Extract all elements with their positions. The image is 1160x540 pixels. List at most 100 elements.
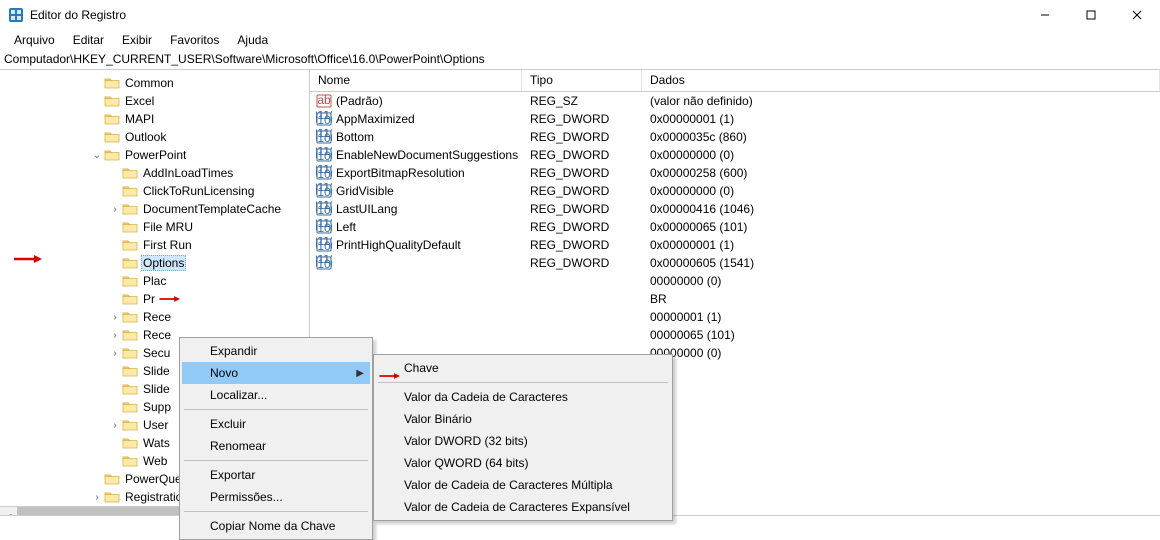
menu-item-label: Copiar Nome da Chave (210, 519, 335, 533)
tree-node[interactable]: First Run (0, 236, 309, 254)
folder-icon (104, 130, 120, 144)
menu-item[interactable]: Renomear (182, 435, 370, 457)
menu-arquivo[interactable]: Arquivo (6, 31, 63, 49)
expander-icon[interactable]: › (108, 312, 122, 323)
menu-item[interactable]: Novo▶ (182, 362, 370, 384)
tree-node[interactable]: MAPI (0, 110, 309, 128)
menu-item[interactable]: Valor Binário (376, 408, 670, 430)
tree-node[interactable]: ›DocumentTemplateCache (0, 200, 309, 218)
expander-icon[interactable]: › (108, 420, 122, 431)
expander-icon[interactable]: › (108, 330, 122, 341)
menu-item[interactable]: Valor QWORD (64 bits) (376, 452, 670, 474)
window-title: Editor do Registro (30, 8, 126, 22)
value-row[interactable]: AppMaximizedREG_DWORD0x00000001 (1) (310, 110, 1160, 128)
regedit-icon (8, 7, 24, 23)
menu-item[interactable]: Copiar Nome da Chave (182, 515, 370, 537)
menu-separator (184, 511, 368, 512)
value-row[interactable]: BR (310, 290, 1160, 308)
registry-editor-window: Editor do Registro Arquivo Editar Exibir… (0, 0, 1160, 516)
tree-node[interactable]: ⌄PowerPoint (0, 146, 309, 164)
dword-value-icon (316, 219, 332, 235)
menu-exibir[interactable]: Exibir (114, 31, 160, 49)
menu-item[interactable]: Chave (376, 357, 670, 379)
value-row[interactable]: 00000065 (101) (310, 326, 1160, 344)
menu-favoritos[interactable]: Favoritos (162, 31, 227, 49)
tree-node-label: Slide (141, 382, 172, 396)
value-data: 0x00000000 (0) (642, 184, 1160, 198)
menu-item[interactable]: Valor de Cadeia de Caracteres Expansível (376, 496, 670, 518)
tree-node[interactable]: Outlook (0, 128, 309, 146)
value-row[interactable]: ExportBitmapResolutionREG_DWORD0x0000025… (310, 164, 1160, 182)
menu-item-label: Valor Binário (404, 412, 472, 426)
menu-item-label: Valor de Cadeia de Caracteres Múltipla (404, 478, 613, 492)
scroll-left-button[interactable]: ◂ (0, 507, 17, 515)
menu-item[interactable]: Expandir (182, 340, 370, 362)
maximize-button[interactable] (1068, 0, 1114, 30)
tree-node[interactable]: Plac (0, 272, 309, 290)
value-data: 0x00000001 (1) (642, 112, 1160, 126)
value-type: REG_SZ (522, 94, 642, 108)
column-header-name[interactable]: Nome (310, 70, 522, 91)
tree-node[interactable]: Pr (0, 290, 309, 308)
value-type: REG_DWORD (522, 220, 642, 234)
tree-node[interactable]: AddInLoadTimes (0, 164, 309, 182)
tree-node-label: AddInLoadTimes (141, 166, 235, 180)
menu-item[interactable]: Excluir (182, 413, 370, 435)
expander-icon[interactable]: › (108, 204, 122, 215)
tree-node[interactable]: Options (0, 254, 309, 272)
tree-node[interactable]: ›Rece (0, 308, 309, 326)
value-row[interactable]: LastUILangREG_DWORD0x00000416 (1046) (310, 200, 1160, 218)
value-row[interactable]: BottomREG_DWORD0x0000035c (860) (310, 128, 1160, 146)
tree-node[interactable]: Common (0, 74, 309, 92)
menu-ajuda[interactable]: Ajuda (229, 31, 276, 49)
tree-node-label: User (141, 418, 170, 432)
tree-node[interactable]: File MRU (0, 218, 309, 236)
expander-icon[interactable]: › (90, 492, 104, 503)
menu-item[interactable]: Permissões... (182, 486, 370, 508)
value-data: 0x00000001 (1) (642, 238, 1160, 252)
titlebar: Editor do Registro (0, 0, 1160, 30)
value-name: EnableNewDocumentSuggestions (336, 148, 518, 162)
dword-value-icon (316, 147, 332, 163)
menu-item-label: Valor DWORD (32 bits) (404, 434, 528, 448)
tree-node-label: Secu (141, 346, 172, 360)
tree-node[interactable]: Excel (0, 92, 309, 110)
menu-item[interactable]: Exportar (182, 464, 370, 486)
folder-icon (104, 490, 120, 504)
column-header-data[interactable]: Dados (642, 70, 1160, 91)
menu-item[interactable]: Valor de Cadeia de Caracteres Múltipla (376, 474, 670, 496)
menu-item[interactable]: Valor DWORD (32 bits) (376, 430, 670, 452)
folder-icon (104, 472, 120, 486)
value-row[interactable]: REG_DWORD0x00000605 (1541) (310, 254, 1160, 272)
menu-editar[interactable]: Editar (65, 31, 112, 49)
menu-item-label: Renomear (210, 439, 266, 453)
tree-node[interactable]: ClickToRunLicensing (0, 182, 309, 200)
folder-icon (122, 364, 138, 378)
value-row[interactable]: GridVisibleREG_DWORD0x00000000 (0) (310, 182, 1160, 200)
expander-icon[interactable]: ⌄ (90, 150, 104, 161)
value-row[interactable]: EnableNewDocumentSuggestionsREG_DWORD0x0… (310, 146, 1160, 164)
value-row[interactable]: 00000000 (0) (310, 272, 1160, 290)
dword-value-icon (316, 129, 332, 145)
value-row[interactable]: (Padrão)REG_SZ(valor não definido) (310, 92, 1160, 110)
menu-item-label: Novo (210, 366, 238, 380)
expander-icon[interactable]: › (108, 348, 122, 359)
menu-item-label: Localizar... (210, 388, 267, 402)
menu-item[interactable]: Localizar... (182, 384, 370, 406)
address-bar[interactable]: Computador\HKEY_CURRENT_USER\Software\Mi… (0, 50, 1160, 70)
close-button[interactable] (1114, 0, 1160, 30)
menu-item-label: Excluir (210, 417, 246, 431)
tree-node-label: Web (141, 454, 169, 468)
menu-item[interactable]: Valor da Cadeia de Caracteres (376, 386, 670, 408)
value-row[interactable]: LeftREG_DWORD0x00000065 (101) (310, 218, 1160, 236)
value-data: 00000000 (0) (642, 346, 1160, 360)
column-header-type[interactable]: Tipo (522, 70, 642, 91)
value-data: 0x00000000 (0) (642, 148, 1160, 162)
value-row[interactable]: 00000001 (1) (310, 308, 1160, 326)
minimize-button[interactable] (1022, 0, 1068, 30)
folder-icon (122, 292, 138, 306)
value-row[interactable]: PrintHighQualityDefaultREG_DWORD0x000000… (310, 236, 1160, 254)
folder-icon (122, 166, 138, 180)
folder-icon (122, 328, 138, 342)
menu-item-label: Chave (404, 361, 439, 375)
